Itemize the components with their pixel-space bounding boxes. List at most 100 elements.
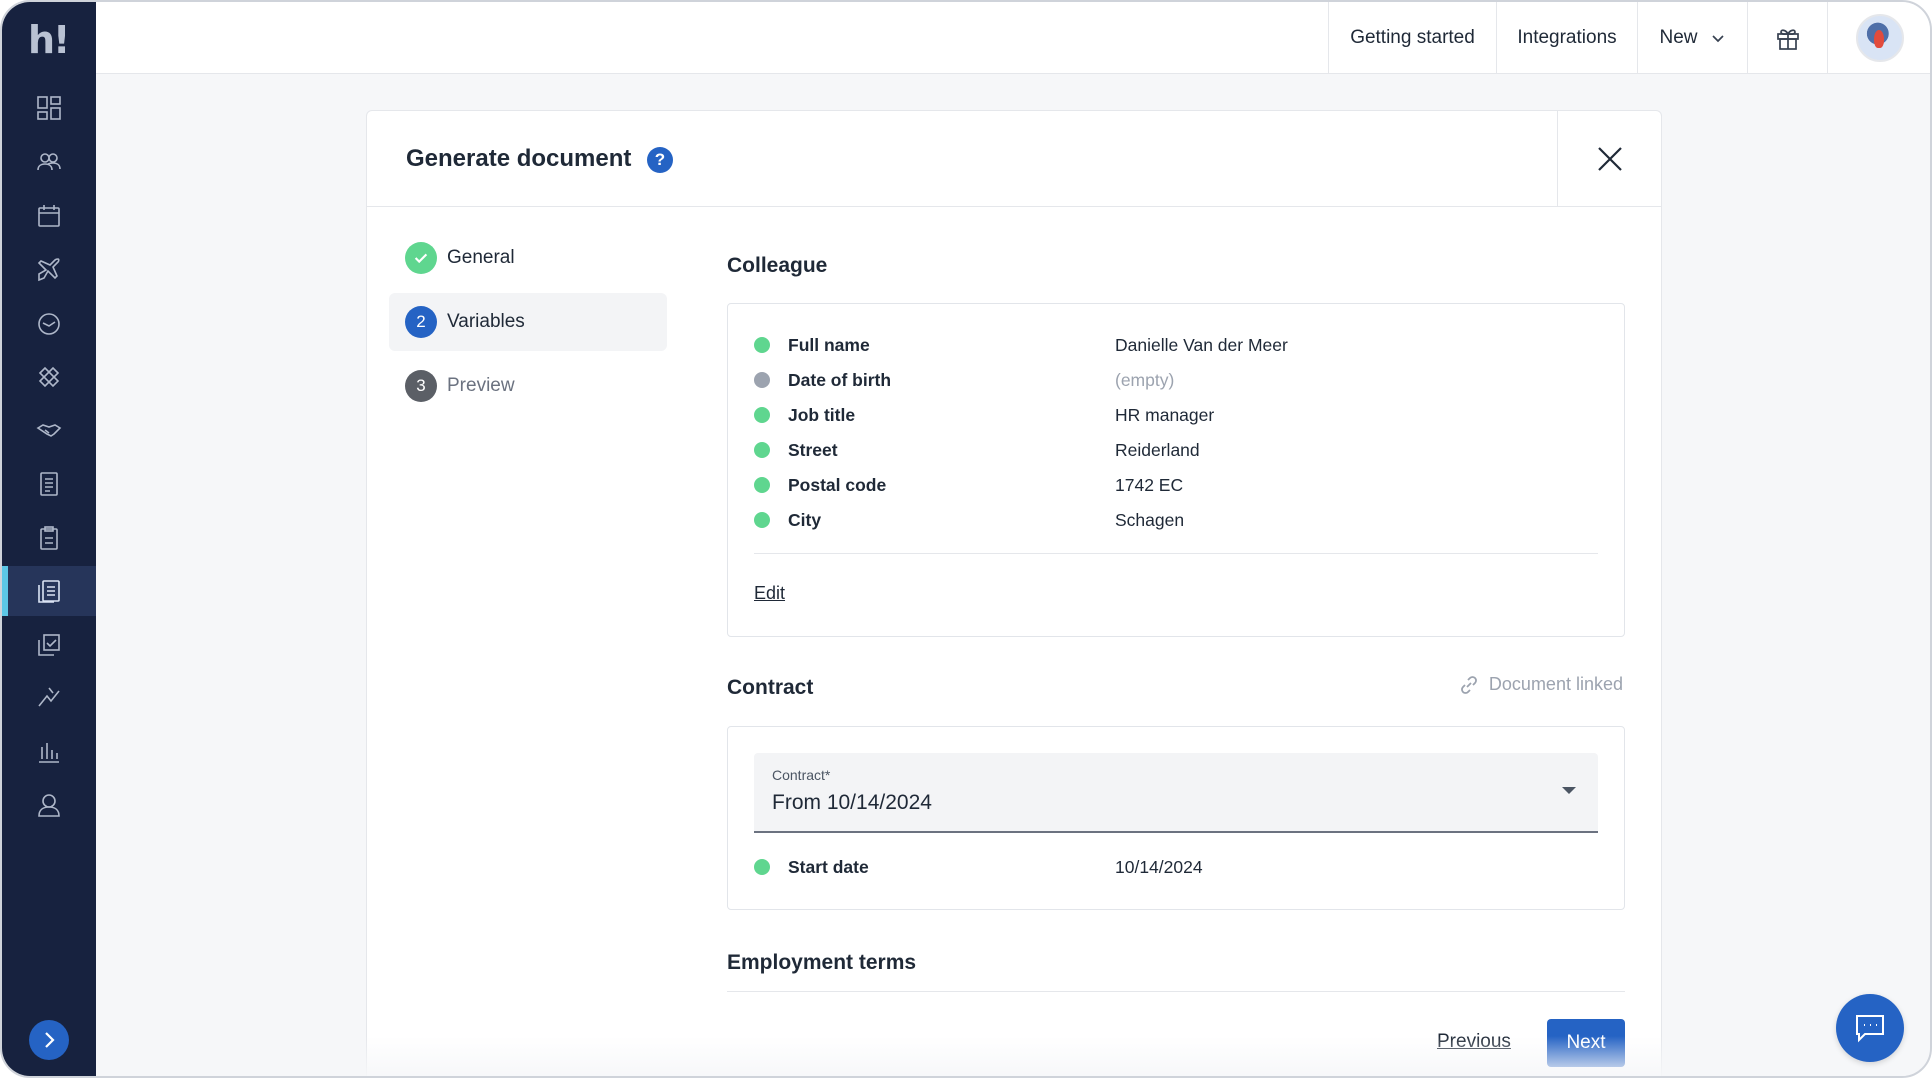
chat-icon	[1856, 1015, 1884, 1043]
nav-dashboard[interactable]	[2, 83, 96, 133]
edit-colleague-link[interactable]: Edit	[754, 583, 785, 604]
app-logo[interactable]: h!	[28, 20, 72, 60]
variable-value: HR manager	[1115, 404, 1215, 425]
step-label: Preview	[447, 375, 515, 396]
clipboard-icon	[40, 526, 58, 550]
nav-sick-leave[interactable]	[2, 352, 96, 402]
step-variables[interactable]: 2 Variables	[389, 293, 667, 351]
status-dot	[754, 337, 770, 353]
variable-label: Postal code	[788, 474, 887, 495]
dashboard-icon	[37, 96, 61, 120]
variable-label: Job title	[788, 404, 856, 425]
variable-label: Street	[788, 439, 838, 460]
expand-sidebar-button[interactable]	[29, 1020, 69, 1060]
colleague-section-title: Colleague	[727, 254, 828, 277]
people-icon	[37, 153, 61, 171]
chevron-right-icon	[45, 1032, 55, 1048]
dropdown-arrow-icon	[1562, 787, 1576, 794]
nav-calendar[interactable]	[2, 191, 96, 241]
sidebar: h!	[2, 2, 96, 1076]
variable-label: Start date	[788, 856, 869, 877]
dialog-header: Generate document ?	[367, 111, 1661, 207]
nav-reports[interactable]	[2, 727, 96, 777]
new-dropdown-button[interactable]: New	[1637, 2, 1747, 74]
status-dot	[754, 512, 770, 528]
previous-button[interactable]: Previous	[1437, 1031, 1511, 1053]
generate-document-dialog: Generate document ? General 2 Variables …	[366, 110, 1662, 1076]
variable-row: City Schagen	[754, 505, 1598, 535]
divider	[754, 553, 1598, 554]
nav-onboarding[interactable]	[2, 406, 96, 456]
variable-value: Reiderland	[1115, 439, 1200, 460]
colleague-card: Full name Danielle Van der Meer Date of …	[727, 303, 1625, 637]
check-icon	[405, 242, 437, 274]
variable-value: Schagen	[1115, 509, 1185, 530]
nav-expenses[interactable]	[2, 459, 96, 509]
contract-card: Contract* From 10/14/2024 Start date 10/…	[727, 726, 1625, 910]
variable-label: City	[788, 509, 822, 530]
avatar	[1856, 14, 1904, 62]
step-preview[interactable]: 3 Preview	[389, 357, 667, 415]
document-linked-label: Document linked	[1488, 674, 1623, 694]
close-icon	[1597, 147, 1622, 171]
variable-row: Postal code 1742 EC	[754, 470, 1598, 500]
user-menu[interactable]	[1827, 2, 1930, 74]
user-icon	[38, 794, 60, 817]
variable-value: (empty)	[1115, 369, 1175, 390]
variable-label: Date of birth	[788, 369, 892, 390]
integrations-link[interactable]: Integrations	[1496, 2, 1637, 74]
integrations-label: Integrations	[1517, 27, 1617, 48]
getting-started-link[interactable]: Getting started	[1328, 2, 1496, 74]
nav-reviews[interactable]	[2, 673, 96, 723]
nav-people[interactable]	[2, 137, 96, 187]
next-button[interactable]: Next	[1547, 1019, 1625, 1067]
contract-select-value: From 10/14/2024	[772, 791, 932, 814]
status-dot	[754, 407, 770, 423]
employment-terms-section-title: Employment terms	[727, 951, 917, 974]
link-icon	[1461, 675, 1477, 694]
bandage-icon	[38, 366, 60, 388]
step-general[interactable]: General	[389, 229, 667, 287]
status-dot	[754, 442, 770, 458]
app-window: h! Getting started Integrations New Gene…	[0, 0, 1932, 1078]
step-number: 3	[405, 370, 437, 402]
clock-icon	[38, 313, 60, 335]
documents-icon	[38, 580, 60, 603]
step-label: Variables	[447, 311, 525, 332]
help-icon[interactable]: ?	[647, 147, 673, 173]
variable-row: Street Reiderland	[754, 435, 1598, 465]
variable-label: Full name	[788, 334, 870, 355]
status-dot	[754, 372, 770, 388]
nav-checklists[interactable]	[2, 620, 96, 670]
calendar-icon	[38, 205, 60, 227]
variable-value: Danielle Van der Meer	[1115, 334, 1288, 355]
divider	[727, 991, 1625, 992]
plane-icon	[37, 258, 60, 282]
bar-chart-icon	[39, 743, 59, 763]
gift-icon	[1776, 29, 1799, 50]
close-button[interactable]	[1557, 111, 1661, 207]
variable-row: Date of birth (empty)	[754, 365, 1598, 395]
new-label: New	[1659, 27, 1698, 48]
variable-row: Job title HR manager	[754, 400, 1598, 430]
getting-started-label: Getting started	[1350, 27, 1475, 48]
nav-tasks[interactable]	[2, 513, 96, 563]
top-bar: Getting started Integrations New	[96, 2, 1930, 74]
nav-profile[interactable]	[2, 780, 96, 830]
contract-select-label: Contract*	[772, 767, 831, 783]
chat-button[interactable]	[1836, 994, 1904, 1062]
step-number: 2	[405, 306, 437, 338]
dialog-title: Generate document	[406, 145, 632, 172]
receipt-icon	[40, 472, 58, 496]
contract-select[interactable]: Contract* From 10/14/2024	[754, 753, 1598, 833]
checklist-icon	[38, 634, 60, 656]
chevron-down-icon	[1711, 35, 1724, 43]
nav-leave[interactable]	[2, 245, 96, 295]
document-linked-indicator: Document linked	[1459, 674, 1623, 695]
variable-value: 1742 EC	[1115, 474, 1184, 495]
gift-button[interactable]	[1747, 2, 1827, 74]
nav-documents[interactable]	[2, 566, 96, 616]
contract-section-title: Contract	[727, 676, 814, 699]
nav-time[interactable]	[2, 299, 96, 349]
variable-value: 10/14/2024	[1115, 856, 1203, 877]
